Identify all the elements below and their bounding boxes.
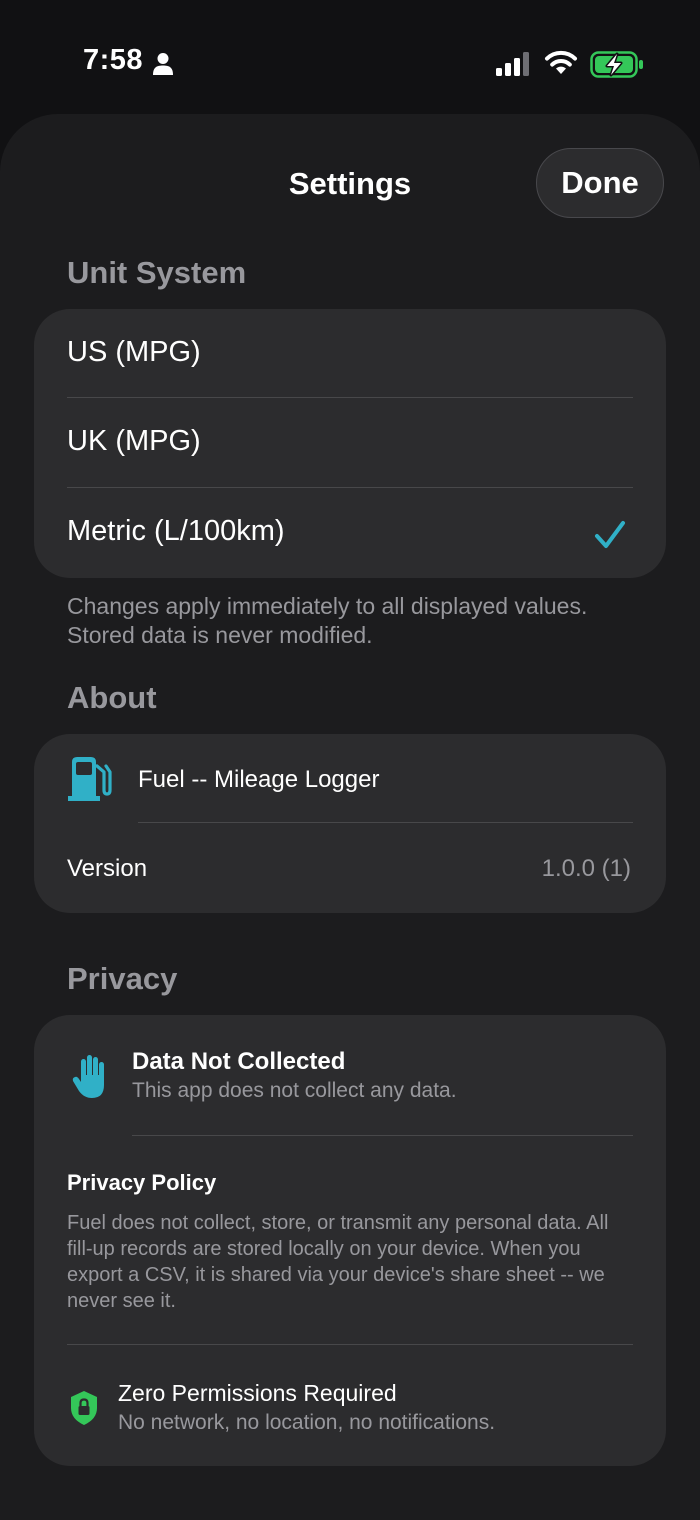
status-bar: 7:58 <box>0 0 700 112</box>
version-label: Version <box>67 855 148 882</box>
signal-icon <box>496 52 529 76</box>
privacy-policy-body: Fuel does not collect, store, or transmi… <box>67 1212 609 1312</box>
person-icon <box>153 53 173 75</box>
unit-system-card: US (MPG) UK (MPG) Metric (L/100km) <box>34 309 666 578</box>
data-not-collected-subtitle: This app does not collect any data. <box>132 1079 457 1102</box>
unit-option-us[interactable]: US (MPG) <box>34 309 666 398</box>
section-header-about: About <box>67 680 157 715</box>
divider <box>138 822 633 823</box>
section-header-privacy: Privacy <box>67 961 178 996</box>
checkmark-icon <box>595 521 625 548</box>
unit-option-label: Metric (L/100km) <box>67 515 285 547</box>
divider <box>132 1135 633 1136</box>
lock-shield-icon <box>71 1391 97 1425</box>
unit-option-uk[interactable]: UK (MPG) <box>34 398 666 488</box>
status-time: 7:58 <box>83 44 144 76</box>
zero-permissions-subtitle: No network, no location, no notification… <box>118 1411 496 1434</box>
divider <box>67 1344 633 1345</box>
data-not-collected-title: Data Not Collected <box>132 1048 346 1075</box>
unit-system-footnote: Changes apply immediately to all display… <box>67 593 588 648</box>
app-name: Fuel -- Mileage Logger <box>138 766 380 793</box>
fuel-pump-icon <box>68 757 112 801</box>
unit-option-label: UK (MPG) <box>67 425 201 457</box>
zero-permissions-title: Zero Permissions Required <box>118 1380 397 1406</box>
section-header-unit-system: Unit System <box>67 255 247 290</box>
unit-option-metric[interactable]: Metric (L/100km) <box>34 488 666 578</box>
version-value: 1.0.0 (1) <box>541 855 631 882</box>
about-card: Fuel -- Mileage Logger Version 1.0.0 (1) <box>34 734 666 913</box>
privacy-card: Data Not Collected This app does not col… <box>34 1015 666 1466</box>
raised-hand-icon <box>72 1055 104 1098</box>
unit-option-label: US (MPG) <box>67 336 201 368</box>
privacy-policy-title: Privacy Policy <box>67 1170 217 1195</box>
done-button[interactable]: Done <box>536 148 664 218</box>
battery-charging-icon <box>590 51 643 78</box>
wifi-icon <box>545 50 577 74</box>
